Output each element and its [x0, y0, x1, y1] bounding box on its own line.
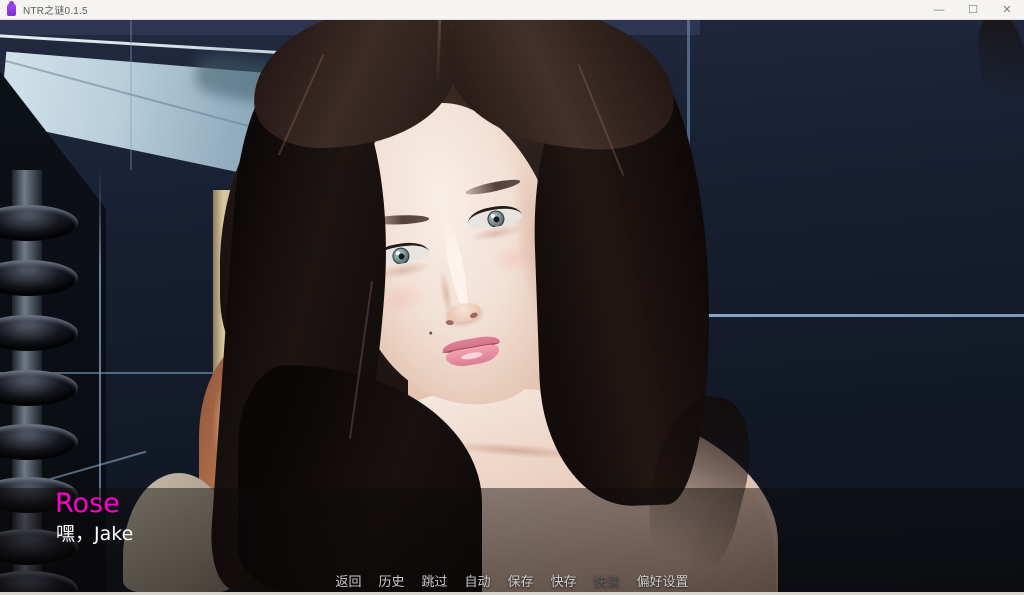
quickmenu-item-5[interactable]: 保存: [508, 571, 534, 590]
close-button[interactable]: ✕: [990, 0, 1024, 19]
title-bar: NTR之谜0.1.5 — ☐ ✕: [0, 0, 1024, 20]
quickmenu-item-8[interactable]: 偏好设置: [637, 571, 689, 590]
game-scene[interactable]: Rose 嘿，Jake 返回历史跳过自动保存快存快读偏好设置: [0, 20, 1024, 592]
quickmenu-item-7: 快读: [594, 571, 620, 590]
game-window: NTR之谜0.1.5 — ☐ ✕: [0, 0, 1024, 595]
quickmenu-item-3[interactable]: 跳过: [421, 571, 447, 590]
quickmenu-item-1[interactable]: 返回: [335, 571, 361, 590]
quickmenu-item-2[interactable]: 历史: [378, 571, 404, 590]
hair-wisp: [972, 20, 1024, 137]
quickmenu-item-6[interactable]: 快存: [551, 571, 577, 590]
dialogue-text: 嘿，Jake: [56, 519, 133, 546]
maximize-button[interactable]: ☐: [956, 0, 990, 19]
tile-grout-line: [130, 20, 132, 170]
window-controls: — ☐ ✕: [922, 0, 1024, 19]
dialogue-box: Rose 嘿，Jake 返回历史跳过自动保存快存快读偏好设置: [0, 488, 1024, 592]
quick-menu: 返回历史跳过自动保存快存快读偏好设置: [0, 571, 1024, 590]
app-icon: [7, 3, 16, 16]
speaker-name: Rose: [55, 488, 120, 519]
tile-grout-line: [99, 168, 101, 503]
quickmenu-item-4[interactable]: 自动: [464, 571, 490, 590]
window-title: NTR之谜0.1.5: [23, 2, 88, 17]
minimize-button[interactable]: —: [922, 0, 956, 19]
